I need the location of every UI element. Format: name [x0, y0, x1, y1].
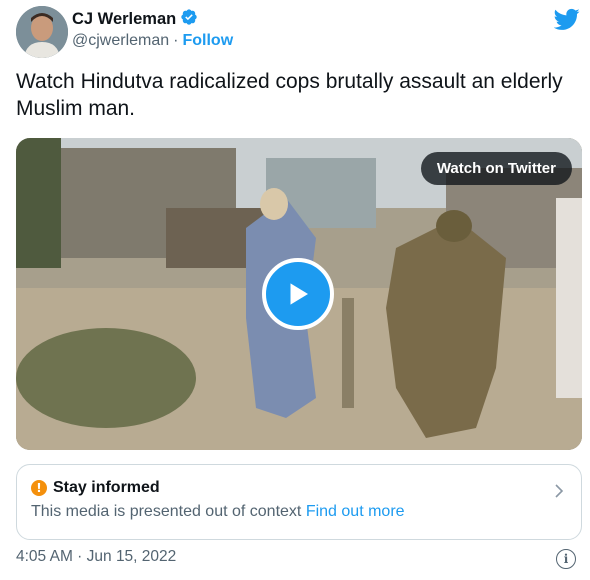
verified-badge-icon — [180, 8, 198, 31]
handle-row: @cjwerleman · Follow — [72, 32, 233, 50]
author-handle[interactable]: @cjwerleman — [72, 32, 169, 50]
video-player[interactable]: Watch on Twitter — [16, 138, 582, 450]
info-icon[interactable]: i — [556, 549, 576, 569]
notice-body: This media is presented out of context F… — [31, 503, 405, 521]
play-icon — [290, 283, 308, 305]
author-name[interactable]: CJ Werleman — [72, 10, 176, 29]
watch-on-twitter-button[interactable]: Watch on Twitter — [420, 152, 572, 185]
follow-button[interactable]: Follow — [182, 32, 233, 50]
play-button[interactable] — [262, 258, 334, 330]
find-out-more-link[interactable]: Find out more — [306, 503, 405, 520]
notice-title: Stay informed — [53, 479, 160, 496]
notice-title-row: ! Stay informed — [31, 479, 160, 497]
context-notice[interactable]: ! Stay informed This media is presented … — [16, 464, 582, 540]
handle-separator: · — [173, 32, 179, 49]
avatar[interactable] — [16, 6, 68, 58]
tweet-text: Watch Hindutva radicalized cops brutally… — [16, 70, 563, 120]
notice-text: This media is presented out of context — [31, 503, 302, 520]
tweet-timestamp[interactable]: 4:05 AM · Jun 15, 2022 — [16, 548, 176, 566]
twitter-bird-icon[interactable] — [553, 8, 580, 30]
author-name-row[interactable]: CJ Werleman — [72, 8, 198, 31]
chevron-right-icon — [553, 483, 565, 504]
warning-icon: ! — [31, 480, 47, 496]
